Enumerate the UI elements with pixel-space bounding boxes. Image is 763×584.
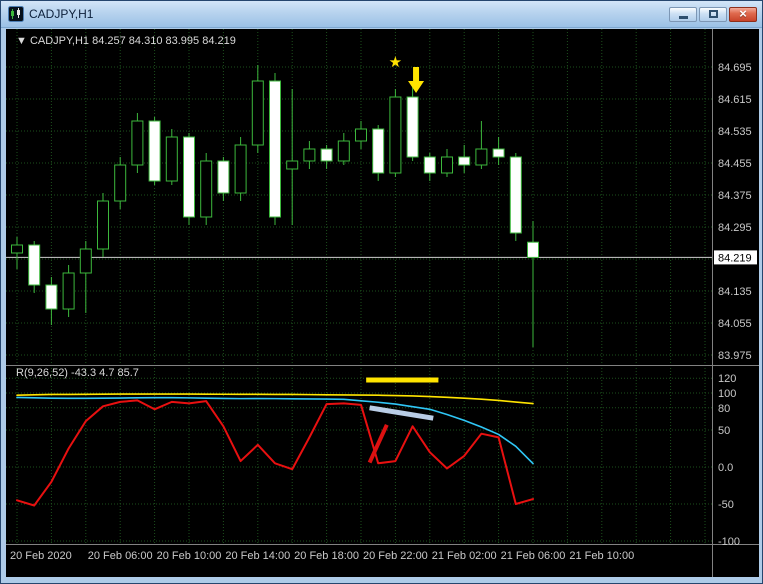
close-icon: × bbox=[739, 6, 747, 21]
indicator-level-label: 50 bbox=[718, 425, 730, 437]
price-axis-label: 83.975 bbox=[718, 350, 752, 362]
close-button[interactable]: × bbox=[729, 6, 757, 22]
bear-candle-body bbox=[269, 80, 281, 218]
bull-candle-body bbox=[200, 160, 213, 218]
bull-candle-body bbox=[355, 128, 367, 142]
bear-candle-body bbox=[492, 148, 505, 158]
price-axis-label: 84.295 bbox=[718, 222, 752, 234]
indicator-level-label: -50 bbox=[718, 499, 734, 511]
indicator-level-label: -100 bbox=[718, 536, 740, 548]
bull-candle-body bbox=[337, 140, 350, 162]
titlebar[interactable]: CADJPY,H1 × bbox=[1, 1, 762, 28]
indicator-line-red bbox=[16, 399, 534, 507]
indicator-level-label: 100 bbox=[718, 388, 736, 400]
bull-candle-body bbox=[165, 136, 178, 182]
bull-candle-body bbox=[234, 144, 247, 194]
window-controls: × bbox=[669, 6, 757, 22]
time-axis-label: 21 Feb 06:00 bbox=[501, 550, 566, 562]
candles bbox=[11, 65, 539, 347]
price-axis-label: 84.055 bbox=[718, 318, 752, 330]
bull-candle-body bbox=[131, 120, 144, 166]
bear-candle-body bbox=[509, 156, 522, 234]
price-axis-label: 84.375 bbox=[718, 190, 752, 202]
bull-candle-body bbox=[114, 164, 127, 202]
time-axis-label: 21 Feb 10:00 bbox=[569, 550, 634, 562]
bear-candle-body bbox=[45, 284, 58, 310]
bull-candle-body bbox=[441, 156, 453, 174]
time-axis-label: 20 Feb 22:00 bbox=[363, 550, 428, 562]
bear-candle-body bbox=[423, 156, 436, 174]
indicator-level-label: 0.0 bbox=[718, 462, 733, 474]
current-price-badge-label: 84.219 bbox=[718, 252, 752, 264]
bear-candle-body bbox=[148, 120, 161, 182]
bear-candle-body bbox=[320, 148, 333, 162]
bull-candle-body bbox=[251, 80, 264, 146]
time-axis[interactable]: 20 Feb 2020 20 Feb 06:00 20 Feb 10:00 20 Fe… bbox=[10, 550, 634, 562]
bull-candle-body bbox=[97, 200, 109, 250]
grid bbox=[6, 29, 712, 544]
indicator-lines bbox=[16, 393, 534, 507]
bear-candle-body bbox=[527, 241, 539, 258]
bear-candle-body bbox=[217, 160, 230, 194]
time-axis-label: 20 Feb 06:00 bbox=[88, 550, 153, 562]
restore-icon bbox=[708, 10, 718, 18]
indicator-level-label: 80 bbox=[718, 403, 730, 415]
chart-area[interactable]: ★ 84.695 84.615 84.535 84.455 84.375 84.295 84.… bbox=[6, 29, 759, 577]
time-axis-label: 20 Feb 18:00 bbox=[294, 550, 359, 562]
indicator-readout: R(9,26,52) -43.3 4.7 85.7 bbox=[16, 367, 139, 379]
window-title: CADJPY,H1 bbox=[29, 7, 94, 21]
price-axis-label: 84.135 bbox=[718, 286, 752, 298]
bull-candle-body bbox=[286, 160, 299, 170]
indicator-line-cyan bbox=[16, 396, 534, 465]
indicator-level-label: 120 bbox=[718, 373, 736, 385]
bear-candle-body bbox=[372, 128, 385, 174]
sell-arrow-head[interactable] bbox=[408, 81, 425, 93]
restore-button[interactable] bbox=[699, 6, 727, 22]
time-axis-label: 20 Feb 10:00 bbox=[157, 550, 222, 562]
chart-icon bbox=[8, 6, 24, 22]
chart-canvas[interactable]: ★ 84.69584.61584.53584.45584.37584.29584.… bbox=[6, 29, 759, 577]
time-axis-label: 20 Feb 2020 bbox=[10, 550, 72, 562]
bull-candle-body bbox=[389, 96, 402, 174]
bear-candle-body bbox=[28, 244, 41, 286]
star-annotation[interactable]: ★ bbox=[389, 54, 402, 71]
bull-candle-body bbox=[11, 244, 23, 254]
time-axis-label: 20 Feb 14:00 bbox=[225, 550, 290, 562]
bear-candle-body bbox=[458, 156, 471, 166]
price-axis-label: 84.695 bbox=[718, 62, 752, 74]
price-axis-label: 84.535 bbox=[718, 126, 752, 138]
price-axis[interactable]: 84.695 84.615 84.535 84.455 84.375 84.295 84.1… bbox=[718, 62, 752, 548]
chart-window: CADJPY,H1 × ★ 84.695 84.615 84.535 84.455 84.… bbox=[0, 0, 763, 584]
time-axis-label: 21 Feb 02:00 bbox=[432, 550, 497, 562]
price-axis-label: 84.615 bbox=[718, 94, 752, 106]
minimize-button[interactable] bbox=[669, 6, 697, 22]
bull-candle-body bbox=[79, 248, 92, 274]
ohlc-readout: ▼ CADJPY,H1 84.257 84.310 83.995 84.219 bbox=[16, 35, 236, 47]
minimize-icon bbox=[678, 16, 688, 19]
blue-highlight-segment[interactable] bbox=[369, 405, 434, 421]
bull-candle-body bbox=[62, 272, 75, 310]
bull-candle-body bbox=[475, 148, 488, 166]
bear-candle-body bbox=[183, 136, 195, 218]
price-axis-label: 84.455 bbox=[718, 158, 752, 170]
bear-candle-body bbox=[406, 96, 419, 158]
bull-candle-body bbox=[303, 148, 316, 162]
